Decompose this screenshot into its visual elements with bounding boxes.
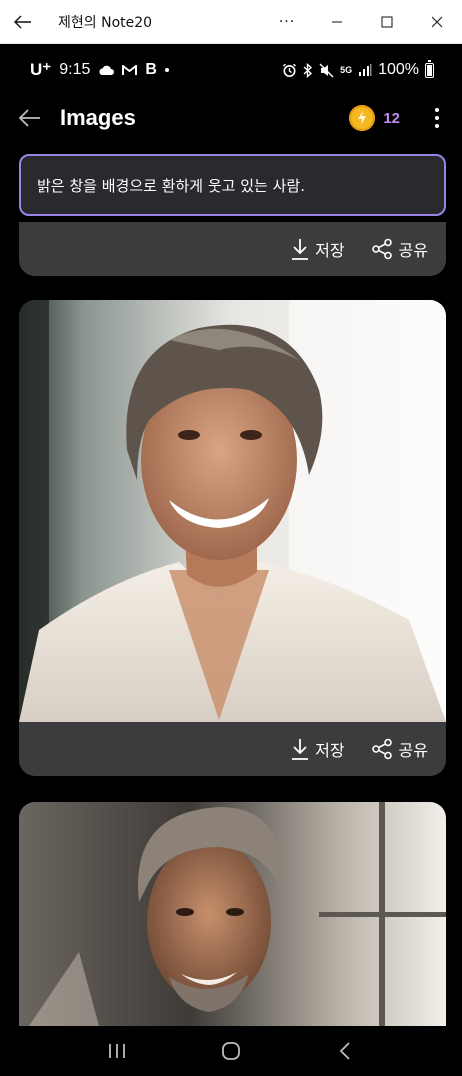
maximize-icon — [381, 16, 393, 27]
more-icon: ··· — [278, 13, 296, 30]
save-label: 저장 — [315, 241, 345, 260]
prompt-text: 밝은 창을 배경으로 환하게 웃고 있는 사람. — [37, 176, 305, 195]
share-icon — [371, 738, 392, 760]
save-button[interactable]: 저장 — [291, 737, 345, 761]
bluetooth-icon — [303, 62, 313, 78]
network-label: 5G — [340, 64, 353, 75]
download-icon — [292, 239, 309, 260]
credit-count: 12 — [383, 109, 400, 127]
app-header: Images 12 — [0, 96, 462, 140]
android-nav-bar — [0, 1026, 462, 1076]
share-label: 공유 — [398, 241, 428, 260]
window-close-button[interactable] — [412, 0, 462, 44]
page-title: Images — [60, 105, 136, 130]
nav-back-icon — [339, 1042, 350, 1060]
close-icon — [431, 16, 443, 27]
save-label: 저장 — [315, 741, 345, 760]
alarm-icon — [283, 63, 297, 77]
more-options-button[interactable] — [426, 104, 448, 132]
signal-icon — [359, 64, 372, 76]
window-titlebar: 제현의 Note20 ··· — [0, 0, 462, 44]
share-icon — [371, 238, 392, 260]
portrait-image-1 — [19, 300, 446, 722]
portrait-image-2 — [19, 802, 446, 1026]
generated-image-2[interactable] — [19, 802, 446, 1026]
share-button[interactable]: 공유 — [371, 737, 428, 761]
image-actions-2: 저장 공유 — [19, 722, 446, 776]
cloud-icon — [99, 65, 115, 75]
nav-back-button[interactable] — [325, 1031, 365, 1071]
carrier-label: U⁺ — [30, 60, 52, 79]
gmail-icon — [122, 64, 138, 75]
generated-image-1[interactable] — [19, 300, 446, 722]
battery-percent: 100% — [378, 61, 419, 78]
image-actions-1: 저장 공유 — [19, 222, 446, 276]
back-arrow-icon — [19, 109, 40, 127]
prompt-text-field[interactable]: 밝은 창을 배경으로 환하게 웃고 있는 사람. — [19, 154, 446, 216]
home-icon — [222, 1042, 240, 1060]
recents-button[interactable] — [97, 1031, 137, 1071]
minimize-icon — [332, 21, 342, 22]
back-button[interactable] — [16, 104, 44, 132]
phone-status-bar: U⁺ 9:15 B 5G 100% — [0, 44, 462, 96]
recents-icon — [109, 1044, 125, 1058]
share-button[interactable]: 공유 — [371, 237, 428, 261]
coin-icon[interactable] — [349, 105, 376, 131]
save-button[interactable]: 저장 — [291, 237, 345, 261]
kebab-icon — [435, 108, 439, 112]
home-button[interactable] — [211, 1031, 251, 1071]
window-title: 제현의 Note20 — [58, 14, 153, 31]
back-arrow-icon — [14, 15, 31, 28]
mute-icon — [319, 63, 334, 77]
battery-icon — [425, 59, 434, 78]
window-more-button[interactable]: ··· — [262, 0, 312, 44]
window-minimize-button[interactable] — [312, 0, 362, 44]
notification-dot — [164, 68, 169, 72]
window-back-button[interactable] — [0, 0, 46, 44]
b-label: B — [145, 61, 157, 78]
status-time: 9:15 — [59, 61, 91, 78]
window-maximize-button[interactable] — [362, 0, 412, 44]
download-icon — [292, 739, 309, 760]
phone-mirror-window: 제현의 Note20 ··· U⁺ 9:15 B 5G 100% Images … — [0, 0, 462, 1076]
share-label: 공유 — [398, 741, 428, 760]
